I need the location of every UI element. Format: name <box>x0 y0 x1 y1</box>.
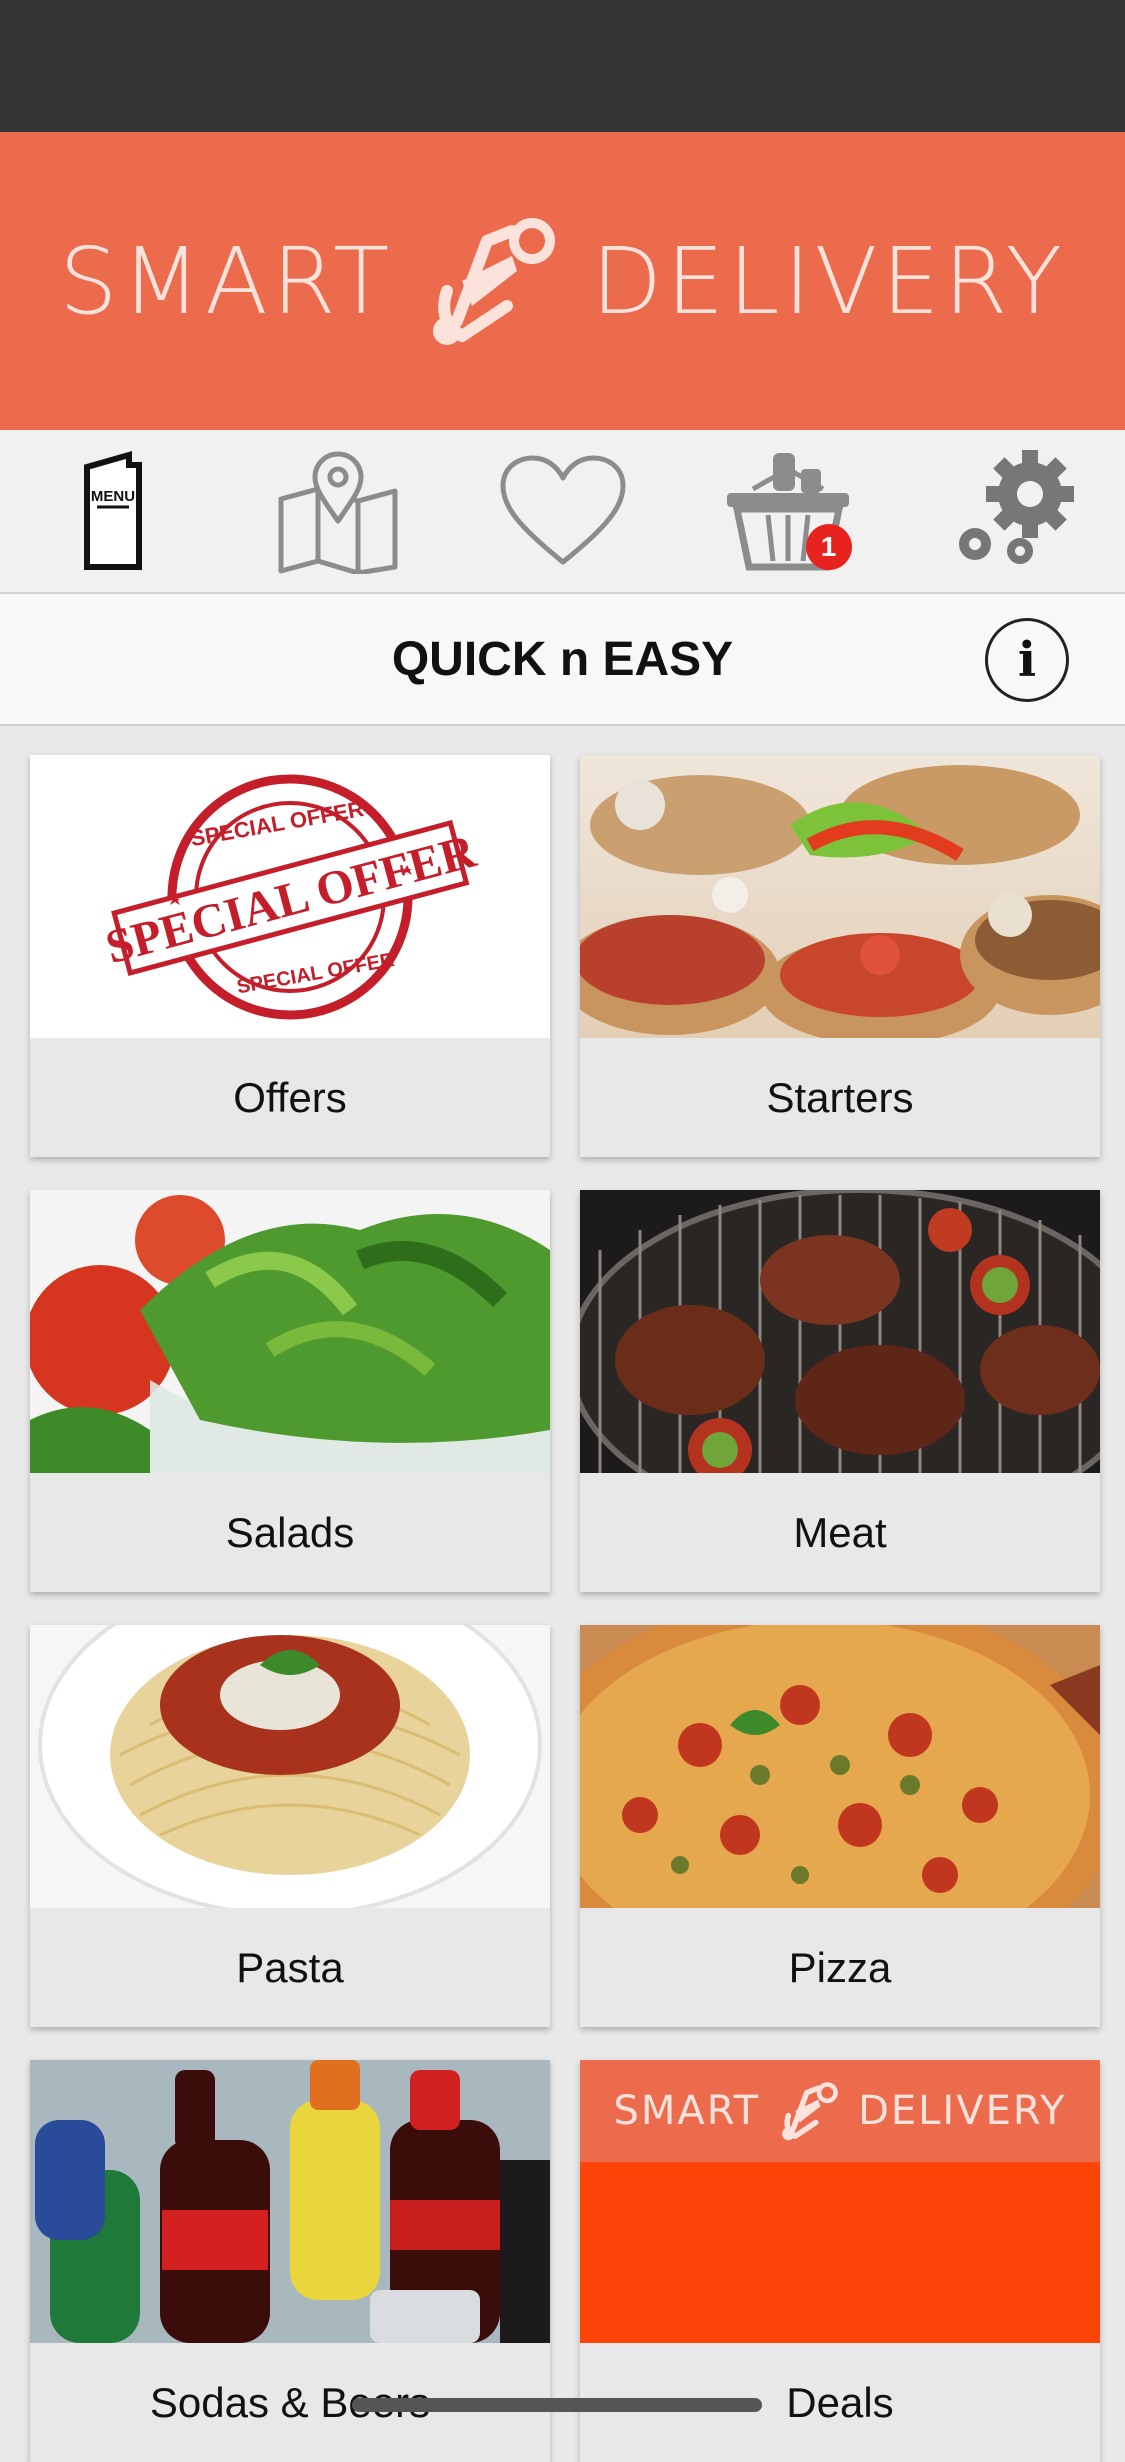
nav-map[interactable] <box>268 446 408 576</box>
starters-image <box>580 755 1100 1038</box>
menu-icon-text: MENU <box>90 488 134 505</box>
sodas-image <box>30 2060 550 2343</box>
salads-image <box>30 1190 550 1473</box>
deals-image: SMART DELIVERY <box>580 2060 1100 2343</box>
pasta-image <box>30 1625 550 1908</box>
info-button[interactable]: i <box>985 618 1069 702</box>
special-offer-stamp: SPECIAL OFFER SPECIAL OFFER SPECIAL OFFE… <box>100 774 482 1020</box>
category-tile-meat[interactable]: Meat <box>580 1190 1100 1592</box>
category-tile-pizza[interactable]: Pizza <box>580 1625 1100 2027</box>
info-icon: i <box>1017 632 1037 688</box>
category-label: Starters <box>766 1073 914 1121</box>
scooter-logo-icon <box>782 2082 838 2141</box>
scooter-logo-icon <box>433 218 556 345</box>
brand-text-right: DELIVERY <box>591 227 1066 335</box>
stamp-bottom-text: SPECIAL OFFER <box>235 949 397 998</box>
nav-bar: MENU 1 <box>0 430 1125 594</box>
category-label: Offers <box>233 1073 347 1121</box>
category-tile-salads[interactable]: Salads <box>30 1190 550 1592</box>
category-label: Salads <box>225 1508 355 1556</box>
brand-header: SMART DELIVERY <box>0 132 1125 430</box>
menu-icon: MENU <box>83 450 142 570</box>
pizza-image <box>580 1625 1100 1908</box>
category-label: Pizza <box>788 1943 892 1991</box>
brand-text-left: SMART <box>59 227 394 335</box>
category-label: Meat <box>793 1508 887 1556</box>
category-tile-pasta[interactable]: Pasta <box>30 1625 550 2027</box>
meat-image <box>580 1190 1100 1473</box>
heart-icon <box>500 455 625 564</box>
cart-badge: 1 <box>805 524 852 570</box>
offers-image: SPECIAL OFFER SPECIAL OFFER SPECIAL OFFE… <box>30 755 550 1038</box>
page-title: QUICK n EASY <box>391 632 734 686</box>
gear-icon <box>959 449 1074 564</box>
status-bar <box>0 0 1125 132</box>
deals-brand-right: DELIVERY <box>858 2088 1067 2134</box>
nav-menu[interactable]: MENU <box>43 446 183 576</box>
nav-cart[interactable]: 1 <box>718 446 858 576</box>
map-icon <box>278 451 397 574</box>
home-indicator[interactable] <box>352 2398 762 2412</box>
category-label: Pasta <box>236 1943 344 1991</box>
deals-banner: SMART DELIVERY <box>580 2060 1100 2162</box>
nav-settings[interactable] <box>943 446 1083 576</box>
nav-favorites[interactable] <box>493 446 633 576</box>
title-bar: QUICK n EASY i <box>0 594 1125 726</box>
category-tile-offers[interactable]: SPECIAL OFFER SPECIAL OFFER SPECIAL OFFE… <box>30 755 550 1157</box>
category-tile-starters[interactable]: Starters <box>580 755 1100 1157</box>
deals-brand-left: SMART <box>613 2088 761 2134</box>
